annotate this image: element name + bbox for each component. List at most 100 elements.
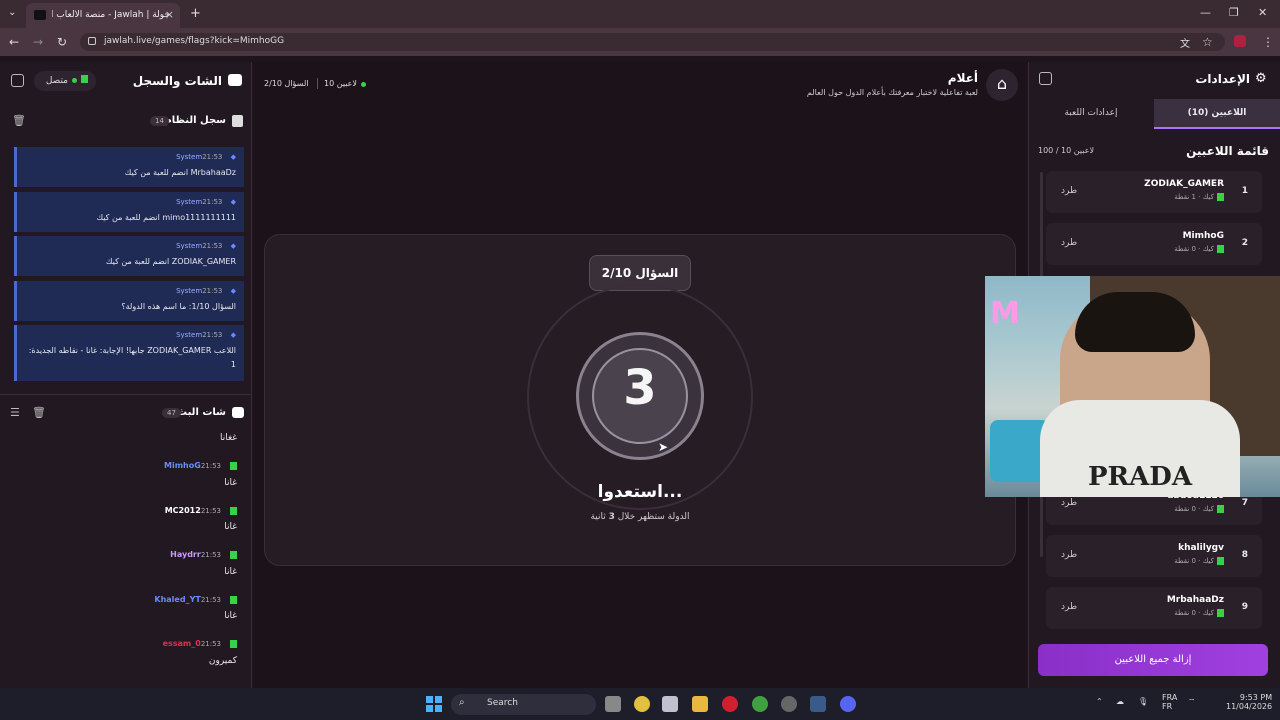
file-explorer-icon[interactable]: [692, 696, 708, 712]
time: 21:53: [202, 153, 223, 161]
player-meta: كيك · 0 نقطة: [1174, 609, 1224, 617]
taskbar-search[interactable]: Search: [451, 694, 596, 715]
stream-chat-title: شات البث: [177, 407, 226, 418]
left-panel-title: الشات والسجل: [132, 74, 222, 88]
url-input[interactable]: jawlah.live/games/flags?kick=MimhoGG: [80, 33, 1225, 51]
chat-header: essam_021:53: [163, 639, 237, 648]
bookmark-star-icon[interactable]: ☆: [1202, 35, 1213, 49]
tray-chevron-icon[interactable]: ⌃: [1096, 697, 1103, 706]
time: 21:53: [202, 331, 223, 339]
player-meta: كيك · 1 نقطة: [1174, 193, 1224, 201]
windows-start-icon[interactable]: [426, 696, 442, 712]
kick-button[interactable]: طرد: [1061, 550, 1077, 560]
clock[interactable]: 9:53 PM 11/04/2026: [1226, 693, 1272, 711]
game-title: أعلام: [947, 71, 978, 85]
restore-icon[interactable]: ❐: [1229, 6, 1239, 19]
mic-icon[interactable]: 🎙: [1138, 697, 1148, 706]
countdown-subtext: الدولة ستظهر خلال 3 ثانية: [520, 512, 760, 522]
points: 0 نقطة: [1174, 505, 1196, 513]
chat-username[interactable]: Haydrr: [170, 550, 201, 559]
menu-icon[interactable]: ⋮: [1262, 35, 1274, 49]
home-icon[interactable]: ⌂: [986, 69, 1018, 101]
player-index: 9: [1241, 602, 1248, 612]
online-dot-icon: [361, 82, 366, 87]
question-header: السؤال 2/10: [264, 79, 309, 88]
snipping-tool-icon[interactable]: [662, 696, 678, 712]
cloud-icon[interactable]: ☁: [1116, 697, 1124, 706]
kick-logo-icon: [1217, 193, 1224, 201]
system-message: ◆ System21:53 السؤال 1/10: ما اسم هذه ال…: [14, 281, 244, 321]
minimize-icon[interactable]: —: [1200, 6, 1211, 19]
browser-tab[interactable]: جولة | Jawlah - منصة الألعاب الت... ×: [26, 3, 180, 28]
divider: [317, 78, 318, 89]
kick-button[interactable]: طرد: [1061, 498, 1077, 508]
chat-username[interactable]: Khaled_YT: [154, 595, 200, 604]
chat-username[interactable]: essam_0: [163, 639, 201, 648]
collapse-panel-icon[interactable]: [1039, 72, 1052, 85]
time: 21:53: [202, 287, 223, 295]
site-info-icon[interactable]: [88, 37, 96, 45]
extension-icon[interactable]: [1234, 35, 1246, 47]
player-row: 8 khalilygv كيك · 0 نقطة طرد: [1046, 535, 1262, 577]
chat-text: غانا: [224, 478, 237, 488]
online-dot-icon: [72, 78, 77, 83]
new-tab-button[interactable]: +: [190, 6, 201, 21]
wifi-icon[interactable]: ⌔: [1188, 697, 1196, 707]
trash-icon[interactable]: 🗑: [12, 114, 26, 127]
kick-logo-icon: [1217, 245, 1224, 253]
translate-icon[interactable]: 文: [1180, 35, 1190, 50]
chat-username[interactable]: MC2012: [165, 506, 201, 515]
ready-heading: استعدوا...: [597, 482, 683, 502]
collapse-panel-icon[interactable]: [11, 74, 24, 87]
kick-button[interactable]: طرد: [1061, 186, 1077, 196]
language-indicator[interactable]: FRA FR: [1162, 693, 1177, 711]
player-index: 2: [1241, 238, 1248, 248]
close-window-icon[interactable]: ✕: [1258, 6, 1267, 19]
platform: كيك: [1202, 609, 1214, 617]
divider: [0, 394, 252, 395]
log-icon: [232, 115, 243, 127]
time: 21:53: [202, 242, 223, 250]
close-tab-icon[interactable]: ×: [165, 8, 174, 21]
lang-secondary: FR: [1162, 702, 1173, 711]
reload-icon[interactable]: ↻: [57, 35, 67, 49]
kick-logo-icon: [1217, 505, 1224, 513]
back-icon[interactable]: ←: [9, 35, 19, 49]
forward-icon[interactable]: →: [33, 35, 43, 49]
task-view-icon[interactable]: [605, 696, 621, 712]
kick-button[interactable]: طرد: [1061, 602, 1077, 612]
chat-time: 21:53: [200, 640, 221, 648]
chat-username[interactable]: MimhoG: [164, 461, 201, 470]
trash-icon[interactable]: 🗑: [32, 406, 46, 419]
chat-text: كميرون: [208, 656, 237, 666]
tab-players[interactable]: اللاعبين (10): [1154, 99, 1280, 129]
points: 0 نقطة: [1174, 609, 1196, 617]
app-icon[interactable]: [781, 696, 797, 712]
chrome-active-icon[interactable]: [752, 696, 768, 712]
subtext-b: ثانية: [590, 512, 609, 522]
kick-logo-icon: [230, 461, 237, 470]
chat-header: MimhoG21:53: [164, 461, 237, 470]
kick-logo-icon: [81, 75, 88, 83]
system-message: ◆ System21:53 ZODIAK_GAMER انضم للعبة من…: [14, 236, 244, 276]
remove-all-players-button[interactable]: إزالة جميع اللاعبين: [1038, 644, 1268, 676]
kick-button[interactable]: طرد: [1061, 238, 1077, 248]
opera-icon[interactable]: [722, 696, 738, 712]
message-text: mimo1111111111 انضم للعبة من كيك: [96, 213, 236, 222]
tab-search-icon[interactable]: ⌄: [8, 7, 16, 18]
time: 21:53: [202, 198, 223, 206]
player-meta: كيك · 0 نقطة: [1174, 245, 1224, 253]
player-row: 1 ZODIAK_GAMER كيك · 1 نقطة طرد: [1046, 171, 1262, 213]
chat-time: 21:53: [200, 551, 221, 559]
player-index: 1: [1241, 186, 1248, 196]
chrome-icon[interactable]: [634, 696, 650, 712]
sender: System: [176, 287, 203, 295]
chat-text: غانا: [224, 611, 237, 621]
align-icon[interactable]: ☰: [10, 406, 20, 419]
countdown-number: 3: [623, 360, 657, 416]
discord-icon[interactable]: [840, 696, 856, 712]
gear-icon: ⚙: [1255, 71, 1267, 86]
stream-chat-icon: [232, 407, 244, 418]
steam-icon[interactable]: [810, 696, 826, 712]
tab-game-settings[interactable]: إعدادات اللعبة: [1028, 99, 1154, 129]
